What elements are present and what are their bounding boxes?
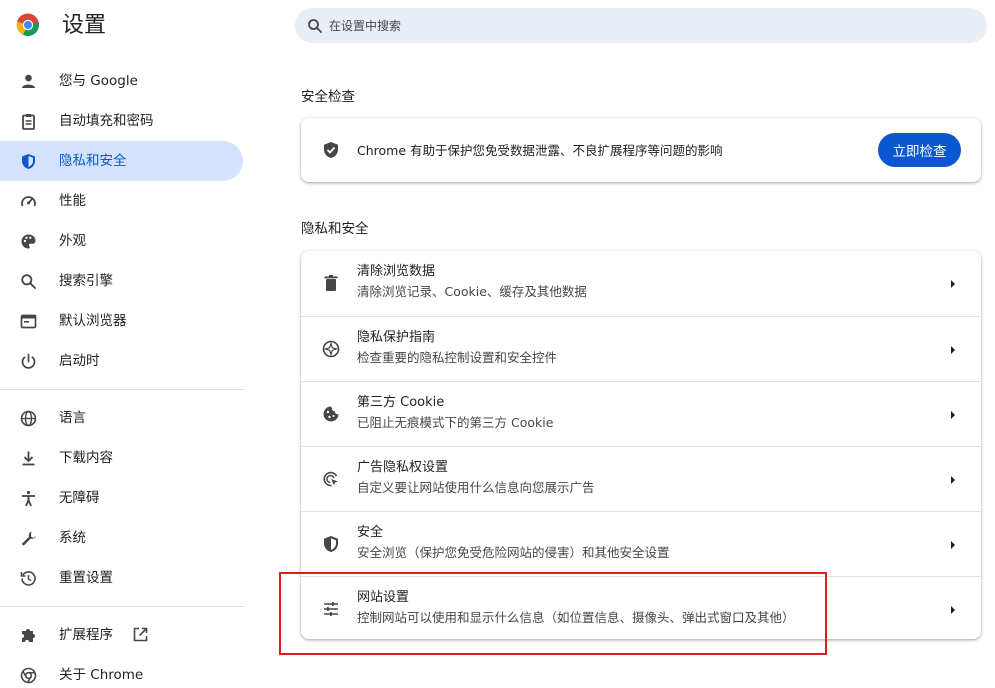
sidebar-item-label: 默认浏览器: [59, 313, 127, 329]
sidebar-item-about-chrome[interactable]: 关于 Chrome: [0, 655, 243, 688]
sidebar-item-search-engine[interactable]: 搜索引擎: [0, 261, 243, 301]
chevron-right-icon: [949, 540, 957, 550]
sidebar-item-label: 隐私和安全: [59, 153, 127, 169]
chevron-right-icon: [949, 605, 957, 615]
row-title: 第三方 Cookie: [357, 395, 445, 410]
sidebar-item-privacy-security[interactable]: 隐私和安全: [0, 141, 243, 181]
compass-icon: [322, 340, 340, 358]
shield-check-icon: [322, 141, 340, 159]
row-subtitle: 已阻止无痕模式下的第三方 Cookie: [357, 415, 554, 430]
sidebar-item-label: 启动时: [59, 353, 100, 369]
chevron-right-icon: [949, 475, 957, 485]
sidebar-item-label: 扩展程序: [59, 627, 113, 643]
sidebar-item-accessibility[interactable]: 无障碍: [0, 478, 243, 518]
search-placeholder: 在设置中搜索: [329, 19, 402, 33]
ad-privacy-row[interactable]: 广告隐私权设置 自定义要让网站使用什么信息向您展示广告: [301, 446, 981, 511]
browser-icon: [20, 313, 37, 330]
safety-check-card: Chrome 有助于保护您免受数据泄露、不良扩展程序等问题的影响 立即检查: [301, 118, 981, 182]
search-icon: [20, 273, 37, 290]
sidebar-item-performance[interactable]: 性能: [0, 181, 243, 221]
sidebar-item-label: 下载内容: [59, 450, 113, 466]
settings-page: 设置 在设置中搜索 您与 Google 自动填充和密码 隐私和安全 性能 外观 …: [0, 0, 995, 688]
row-subtitle: 检查重要的隐私控制设置和安全控件: [357, 350, 558, 365]
third-party-cookies-row[interactable]: 第三方 Cookie 已阻止无痕模式下的第三方 Cookie: [301, 381, 981, 446]
safety-check-description: Chrome 有助于保护您免受数据泄露、不良扩展程序等问题的影响: [357, 143, 723, 158]
wrench-icon: [20, 530, 37, 547]
sidebar-item-label: 性能: [59, 193, 86, 209]
chevron-right-icon: [949, 410, 957, 420]
palette-icon: [20, 233, 37, 250]
sidebar-item-autofill[interactable]: 自动填充和密码: [0, 101, 243, 141]
open-in-new-icon: [132, 626, 149, 643]
shield-icon: [322, 535, 340, 553]
sidebar-item-default-browser[interactable]: 默认浏览器: [0, 301, 243, 341]
security-row[interactable]: 安全 安全浏览（保护您免受危险网站的侵害）和其他安全设置: [301, 511, 981, 576]
row-subtitle: 自定义要让网站使用什么信息向您展示广告: [357, 480, 595, 495]
row-title: 安全: [357, 525, 384, 540]
sidebar-item-label: 关于 Chrome: [59, 667, 144, 683]
row-title: 广告隐私权设置: [357, 460, 449, 475]
sidebar-item-reset-settings[interactable]: 重置设置: [0, 558, 243, 598]
chevron-right-icon: [949, 345, 957, 355]
safety-check-heading: 安全检查: [301, 89, 355, 105]
sidebar-divider: [0, 606, 245, 607]
clear-browsing-data-row[interactable]: 清除浏览数据 清除浏览记录、Cookie、缓存及其他数据: [301, 251, 981, 316]
ad-privacy-icon: [322, 470, 340, 488]
check-now-button[interactable]: 立即检查: [878, 133, 961, 167]
shield-icon: [20, 153, 37, 170]
search-input[interactable]: 在设置中搜索: [295, 8, 987, 43]
person-icon: [20, 73, 37, 90]
globe-icon: [20, 410, 37, 427]
sidebar-item-on-startup[interactable]: 启动时: [0, 341, 243, 381]
highlight-box: [279, 572, 827, 655]
sidebar-item-label: 重置设置: [59, 570, 113, 586]
sidebar: 您与 Google 自动填充和密码 隐私和安全 性能 外观 搜索引擎 默认浏览器…: [0, 61, 245, 688]
sidebar-item-languages[interactable]: 语言: [0, 398, 243, 438]
sidebar-divider: [0, 389, 245, 390]
trash-icon: [322, 274, 340, 292]
sidebar-item-label: 语言: [59, 410, 86, 426]
download-icon: [20, 450, 37, 467]
row-title: 清除浏览数据: [357, 264, 436, 279]
sidebar-item-label: 系统: [59, 530, 86, 546]
row-subtitle: 清除浏览记录、Cookie、缓存及其他数据: [357, 284, 587, 299]
chrome-icon: [20, 667, 37, 684]
sidebar-item-label: 外观: [59, 233, 86, 249]
sidebar-item-label: 搜索引擎: [59, 273, 113, 289]
clipboard-icon: [20, 113, 37, 130]
sidebar-item-label: 自动填充和密码: [59, 113, 154, 129]
search-icon: [307, 18, 323, 34]
sidebar-item-you-and-google[interactable]: 您与 Google: [0, 61, 243, 101]
cookie-icon: [322, 405, 340, 423]
privacy-guide-row[interactable]: 隐私保护指南 检查重要的隐私控制设置和安全控件: [301, 316, 981, 381]
sidebar-item-label: 您与 Google: [59, 73, 138, 89]
accessibility-icon: [20, 490, 37, 507]
puzzle-icon: [20, 627, 37, 644]
chevron-right-icon: [949, 279, 957, 289]
row-title: 隐私保护指南: [357, 330, 436, 345]
speedometer-icon: [20, 193, 37, 210]
sidebar-item-appearance[interactable]: 外观: [0, 221, 243, 261]
sidebar-item-downloads[interactable]: 下载内容: [0, 438, 243, 478]
reset-icon: [20, 570, 37, 587]
sidebar-item-system[interactable]: 系统: [0, 518, 243, 558]
sidebar-item-label: 无障碍: [59, 490, 100, 506]
page-title: 设置: [62, 13, 107, 38]
privacy-security-heading: 隐私和安全: [301, 221, 369, 237]
row-subtitle: 安全浏览（保护您免受危险网站的侵害）和其他安全设置: [357, 545, 670, 560]
chrome-logo-icon: [16, 13, 40, 37]
power-icon: [20, 353, 37, 370]
sidebar-item-extensions[interactable]: 扩展程序: [0, 615, 243, 655]
